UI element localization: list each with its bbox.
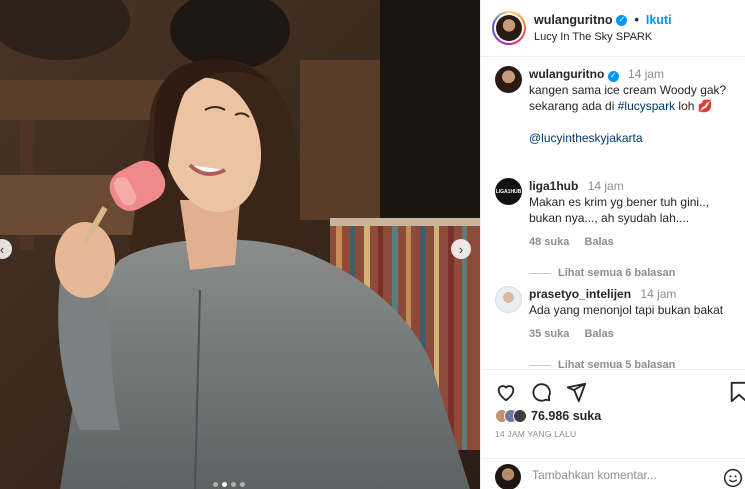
author-username[interactable]: wulanguritno [534,13,612,27]
post-time-ago: 14 JAM YANG LALU [495,429,577,439]
share-icon [566,382,587,403]
comment-username[interactable]: liga1hub [529,179,578,193]
likes-summary[interactable]: 76.986 suka [495,409,601,423]
caption-text-prefix: sekarang ada di [529,99,618,113]
heart-icon [497,385,515,402]
comment-time: 14 jam [587,179,624,193]
carousel-dot [213,482,218,487]
kiss-emoji: 💋 [697,99,713,113]
hashtag-link[interactable]: #lucyspark [618,99,675,113]
comment-input[interactable] [532,468,717,482]
location-link[interactable]: Lucy In The Sky SPARK [534,31,652,43]
carousel-dot [240,482,245,487]
post-photo [0,0,480,489]
carousel-next-button[interactable]: › [451,239,471,259]
comment-likes[interactable]: 35 suka [529,328,569,340]
chevron-right-icon: › [458,241,464,257]
add-comment-bar [481,458,745,489]
comment-button[interactable] [530,381,552,403]
comment-avatar[interactable] [495,286,522,313]
comment-likes[interactable]: 48 suka [529,236,569,248]
view-replies-button[interactable]: Lihat semua 6 balasan [529,267,745,279]
comment-text: Ada yang menonjol tapi bukan bakat [529,303,724,317]
chevron-left-icon: ‹ [0,241,5,257]
likes-label: suka [572,409,602,423]
carousel-dot [231,482,236,487]
reply-button[interactable]: Balas [584,328,613,340]
caption-time: 14 jam [628,67,665,81]
verified-badge-icon: ✓ [616,14,628,26]
comment-text: Makan es krim yg bener tuh gini.., bukan… [529,195,710,225]
comment-username[interactable]: prasetyo_intelijen [529,287,631,301]
post-actions: 76.986 suka 14 JAM YANG LALU [481,369,745,489]
comment-time: 14 jam [640,287,677,301]
comment-item: LIGA1HUB liga1hub 14 jam Makan es krim y… [495,178,745,279]
caption: wulanguritno ✓ 14 jam kangen sama ice cr… [495,66,745,146]
save-button[interactable] [728,381,745,403]
emoji-picker-button[interactable] [723,468,743,489]
likes-count: 76.986 [531,409,570,423]
author-avatar[interactable] [492,11,526,45]
reply-button[interactable]: Balas [584,236,613,248]
bookmark-icon [730,381,745,403]
verified-badge-icon: ✓ [607,70,619,82]
post-header: wulanguritno ✓ • Ikuti Lucy In The Sky S… [481,0,745,57]
post-image[interactable]: ‹ › [0,0,480,489]
liker-avatar [513,409,527,423]
separator-dot: • [634,13,639,27]
current-user-avatar [495,464,521,489]
caption-avatar[interactable] [495,66,522,93]
smiley-icon [723,468,743,488]
carousel-dot-active [222,482,227,487]
comment-item: prasetyo_intelijen 14 jam Ada yang menon… [495,286,745,371]
post-sidebar: wulanguritno ✓ • Ikuti Lucy In The Sky S… [480,0,745,489]
caption-text-line1: kangen sama ice cream Woody gak? [529,83,727,97]
like-button[interactable] [495,381,517,403]
comment-icon [532,383,551,402]
carousel-indicator [213,482,245,487]
mention-link[interactable]: @lucyintheskyjakarta [529,130,745,146]
caption-text-suffix: loh [675,99,698,113]
comment-avatar[interactable]: LIGA1HUB [495,178,522,205]
caption-username[interactable]: wulanguritno [529,67,604,81]
share-button[interactable] [565,381,587,403]
view-replies-label: Lihat semua 6 balasan [558,267,676,279]
follow-button[interactable]: Ikuti [646,13,672,27]
